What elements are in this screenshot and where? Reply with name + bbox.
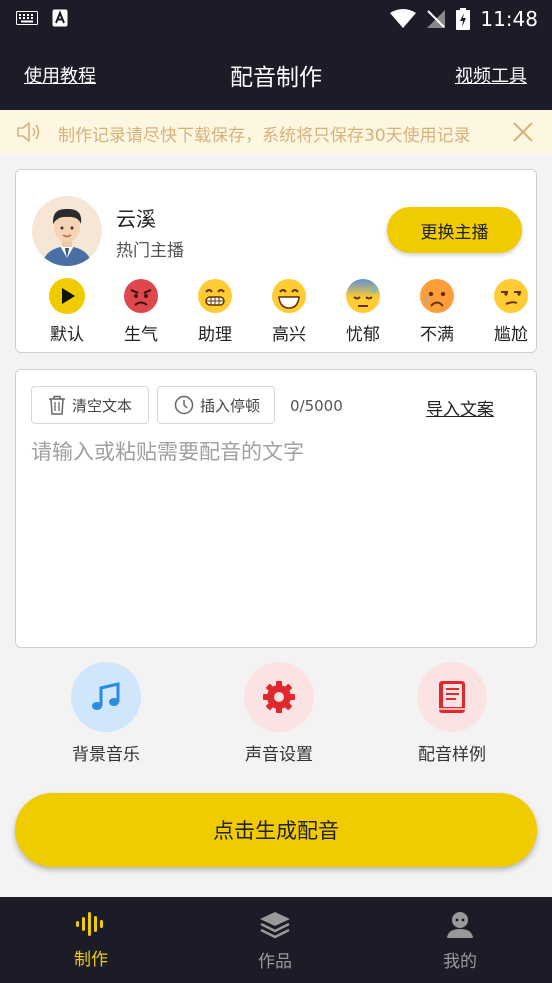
- clear-text-label: 清空文本: [72, 396, 133, 415]
- clear-text-button[interactable]: 清空文本: [31, 386, 149, 424]
- emotion-label: 高兴: [272, 325, 306, 345]
- nav-label: 我的: [443, 952, 477, 972]
- import-script-link[interactable]: 导入文案: [426, 395, 494, 420]
- emotion-label: 忧郁: [346, 325, 380, 345]
- worried-face-icon: [420, 279, 454, 313]
- trash-icon: [49, 395, 65, 415]
- emotion-default[interactable]: 默认: [34, 278, 100, 345]
- angry-face-icon: [124, 279, 158, 313]
- emotion-label: 默认: [50, 325, 84, 345]
- book-icon: [439, 681, 465, 713]
- nav-create[interactable]: 制作: [41, 911, 141, 970]
- play-icon: [49, 278, 85, 314]
- music-note-icon: [92, 682, 120, 710]
- voice-samples-button[interactable]: 配音样例: [392, 662, 512, 765]
- unamused-face-icon: [494, 279, 528, 313]
- insert-pause-label: 插入停顿: [200, 396, 261, 415]
- layers-icon: [260, 912, 290, 939]
- emotion-unsatisfied[interactable]: 不满: [404, 278, 470, 345]
- tool-label: 背景音乐: [72, 745, 140, 765]
- text-editor-card: 清空文本 插入停顿 0/5000 导入文案: [15, 369, 537, 648]
- anchor-subtitle: 热门主播: [116, 241, 184, 261]
- keyboard-icon: [16, 11, 38, 25]
- clock: 11:48: [480, 7, 538, 31]
- tool-label: 声音设置: [245, 745, 313, 765]
- notice-bar: 制作记录请尽快下载保存，系统将只保存30天使用记录: [0, 110, 552, 154]
- bottom-nav: 制作 作品 我的: [0, 897, 552, 983]
- clock-icon: [174, 395, 194, 415]
- wifi-icon: [390, 9, 417, 28]
- emotion-label: 助理: [198, 325, 232, 345]
- script-input[interactable]: [31, 436, 521, 636]
- switch-anchor-button[interactable]: 更换主播: [387, 207, 522, 253]
- nav-mine[interactable]: 我的: [410, 911, 510, 972]
- no-signal-icon: [427, 10, 446, 28]
- insert-pause-button[interactable]: 插入停顿: [157, 386, 275, 424]
- anchor-card: 云溪 热门主播 更换主播 默认 生气 助理 高兴 忧郁 不满 尴尬: [15, 169, 537, 353]
- emotion-label: 尴尬: [494, 325, 528, 345]
- emotion-angry[interactable]: 生气: [108, 278, 174, 345]
- emotion-label: 不满: [420, 325, 454, 345]
- video-tools-link[interactable]: 视频工具: [455, 62, 527, 88]
- voice-settings-button[interactable]: 声音设置: [219, 662, 339, 765]
- user-icon: [447, 912, 473, 938]
- close-icon[interactable]: [512, 121, 534, 143]
- nav-works[interactable]: 作品: [225, 911, 325, 972]
- emotion-happy[interactable]: 高兴: [256, 278, 322, 345]
- happy-face-icon: [272, 279, 306, 313]
- sweat-face-icon: [346, 279, 380, 313]
- emotion-list: 默认 生气 助理 高兴 忧郁 不满 尴尬: [16, 278, 536, 348]
- avatar: [32, 196, 102, 266]
- nav-label: 作品: [258, 952, 292, 972]
- sound-wave-icon: [76, 912, 103, 936]
- anchor-name: 云溪: [116, 207, 156, 231]
- emotion-gloomy[interactable]: 忧郁: [330, 278, 396, 345]
- generate-voice-button[interactable]: 点击生成配音: [15, 793, 537, 867]
- app-a-icon: [52, 9, 68, 27]
- app-header: 使用教程 配音制作 视频工具: [0, 36, 552, 110]
- emotion-label: 生气: [124, 325, 158, 345]
- grin-face-icon: [198, 279, 232, 313]
- battery-icon: [456, 8, 471, 30]
- emotion-assistant[interactable]: 助理: [182, 278, 248, 345]
- emotion-awkward[interactable]: 尴尬: [478, 278, 536, 345]
- nav-label: 制作: [74, 950, 108, 970]
- char-counter: 0/5000: [290, 397, 343, 415]
- gear-icon: [263, 681, 295, 713]
- tools-row: 背景音乐 声音设置 配音样例: [0, 662, 552, 772]
- speaker-icon: [17, 122, 40, 142]
- notice-text: 制作记录请尽快下载保存，系统将只保存30天使用记录: [58, 126, 471, 146]
- status-bar: 11:48: [0, 0, 552, 36]
- tool-label: 配音样例: [418, 745, 486, 765]
- background-music-button[interactable]: 背景音乐: [46, 662, 166, 765]
